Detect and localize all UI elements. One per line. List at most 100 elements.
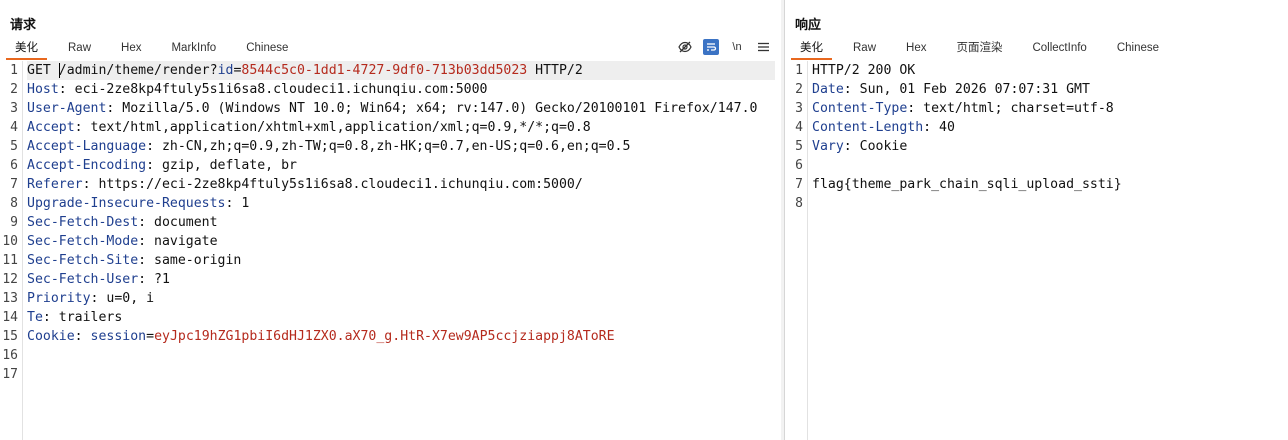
- code-line: Sec-Fetch-Dest: document: [27, 213, 775, 232]
- request-tab-1[interactable]: Raw: [59, 38, 100, 60]
- request-tabs: 美化 Raw Hex MarkInfo Chinese: [6, 38, 309, 60]
- code-text: : Cookie: [843, 139, 908, 154]
- code-line: Te: trailers: [27, 308, 775, 327]
- line-number: 8: [795, 196, 803, 211]
- line-number: 1: [10, 63, 18, 78]
- line-number: 13: [2, 291, 18, 306]
- code-text: : 40: [923, 120, 955, 135]
- response-tab-4[interactable]: CollectInfo: [1023, 38, 1095, 60]
- line-number: 16: [2, 348, 18, 363]
- line-number: 2: [795, 82, 803, 97]
- response-tab-0[interactable]: 美化: [791, 38, 832, 60]
- response-tab-5[interactable]: Chinese: [1108, 38, 1168, 60]
- request-editor[interactable]: 1 2 3 4 5 6 7 8 9 10 11 12 13 14 15 16 17 GET /admin/the…: [0, 61, 781, 440]
- header-key: Accept: [27, 120, 75, 135]
- line-number: 14: [2, 310, 18, 325]
- code-text: GET: [27, 63, 59, 78]
- code-text: : eci-2ze8kp4ftuly5s1i6sa8.cloudeci1.ich…: [58, 82, 488, 97]
- param-name: session: [90, 329, 147, 344]
- header-key: Sec-Fetch-Site: [27, 253, 139, 268]
- header-key: Te: [27, 310, 43, 325]
- request-tab-4[interactable]: Chinese: [237, 38, 297, 60]
- header-key: Date: [812, 82, 844, 97]
- header-key: Sec-Fetch-Mode: [27, 234, 139, 249]
- code-text: : trailers: [42, 310, 123, 325]
- line-number: 7: [795, 177, 803, 192]
- code-text: : navigate: [138, 234, 218, 249]
- param-value: 8544c5c0-1dd1-4727-9df0-713b03dd5023: [241, 63, 528, 78]
- header-key: Priority: [27, 291, 91, 306]
- code-text: HTTP/2 200 OK: [812, 63, 916, 78]
- header-key: User-Agent: [27, 101, 107, 116]
- response-editor[interactable]: 1 2 3 4 5 6 7 8 HTTP/2 200 OK Date: Sun, 01 Feb …: [785, 61, 1288, 440]
- eye-slash-icon[interactable]: [677, 39, 693, 55]
- line-number: 5: [795, 139, 803, 154]
- header-key: Referer: [27, 177, 83, 192]
- line-number: 12: [2, 272, 18, 287]
- code-text: : Mozilla/5.0 (Windows NT 10.0; Win64; x…: [106, 101, 758, 116]
- newline-icon[interactable]: \n: [729, 39, 745, 55]
- request-code[interactable]: GET /admin/theme/render?id = 8544c5c0-1dd1…: [27, 61, 775, 384]
- header-key: Accept-Language: [27, 139, 147, 154]
- code-line: Upgrade-Insecure-Requests: 1: [27, 194, 775, 213]
- code-line: flag{theme_park_chain_sqli_upload_ssti}: [812, 175, 1283, 194]
- header-key: Content-Length: [812, 120, 924, 135]
- code-line: Vary: Cookie: [812, 137, 1283, 156]
- header-key: Content-Type: [812, 101, 908, 116]
- line-number: 17: [2, 367, 18, 382]
- line-number: 3: [10, 101, 18, 116]
- code-line: Referer: https://eci-2ze8kp4ftuly5s1i6sa…: [27, 175, 775, 194]
- line-number: 15: [2, 329, 18, 344]
- request-tab-0[interactable]: 美化: [6, 38, 47, 60]
- code-text: : zh-CN,zh;q=0.9,zh-TW;q=0.8,zh-HK;q=0.7…: [146, 139, 631, 154]
- request-tab-2[interactable]: Hex: [112, 38, 150, 60]
- response-tab-1[interactable]: Raw: [844, 38, 885, 60]
- code-text: : same-origin: [138, 253, 242, 268]
- code-text: : document: [138, 215, 218, 230]
- header-key: Cookie: [27, 329, 75, 344]
- code-line: Sec-Fetch-User: ?1: [27, 270, 775, 289]
- code-text: =: [146, 329, 155, 344]
- line-number: 6: [10, 158, 18, 173]
- line-number: 11: [2, 253, 18, 268]
- line-number: 3: [795, 101, 803, 116]
- code-line: Content-Length: 40: [812, 118, 1283, 137]
- response-tab-2[interactable]: Hex: [897, 38, 935, 60]
- response-code[interactable]: HTTP/2 200 OK Date: Sun, 01 Feb 2026 07:0…: [812, 61, 1283, 213]
- code-text: : Sun, 01 Feb 2026 07:07:31 GMT: [843, 82, 1090, 97]
- code-line: Cookie: session=eyJpc19hZG1pbiI6dHJ1ZX0.…: [27, 327, 775, 346]
- code-text: /admin/theme/render?: [58, 63, 218, 78]
- code-text: flag{theme_park_chain_sqli_upload_ssti}: [812, 177, 1122, 192]
- request-title: 请求: [10, 17, 37, 32]
- menu-icon[interactable]: [755, 39, 771, 55]
- param-name: id: [217, 63, 234, 78]
- line-number: 8: [10, 196, 18, 211]
- header-key: Host: [27, 82, 59, 97]
- code-text: : 1: [225, 196, 250, 211]
- code-line: Content-Type: text/html; charset=utf-8: [812, 99, 1283, 118]
- response-pane: 响应 美化 Raw Hex 页面渲染 CollectInfo Chinese 1 2 3 4 5 6…: [784, 0, 1288, 440]
- request-tab-3[interactable]: MarkInfo: [162, 38, 225, 60]
- line-number: 4: [10, 120, 18, 135]
- code-line: Accept-Language: zh-CN,zh;q=0.9,zh-TW;q=…: [27, 137, 775, 156]
- line-number: 6: [795, 158, 803, 173]
- code-text: HTTP/2: [527, 63, 583, 78]
- wrap-lines-icon[interactable]: [703, 39, 719, 55]
- code-text: : text/html; charset=utf-8: [907, 101, 1114, 116]
- code-line: HTTP/2 200 OK: [812, 61, 1283, 80]
- line-number: 1: [795, 63, 803, 78]
- code-line: Host: eci-2ze8kp4ftuly5s1i6sa8.cloudeci1…: [27, 80, 775, 99]
- code-text: : https://eci-2ze8kp4ftuly5s1i6sa8.cloud…: [82, 177, 583, 192]
- line-number: 4: [795, 120, 803, 135]
- header-key: Sec-Fetch-Dest: [27, 215, 139, 230]
- code-line: Sec-Fetch-Mode: navigate: [27, 232, 775, 251]
- header-key: Vary: [812, 139, 844, 154]
- code-text: : gzip, deflate, br: [146, 158, 297, 173]
- code-line: Accept: text/html,application/xhtml+xml,…: [27, 118, 775, 137]
- code-line: Date: Sun, 01 Feb 2026 07:07:31 GMT: [812, 80, 1283, 99]
- response-tab-3[interactable]: 页面渲染: [947, 38, 1011, 60]
